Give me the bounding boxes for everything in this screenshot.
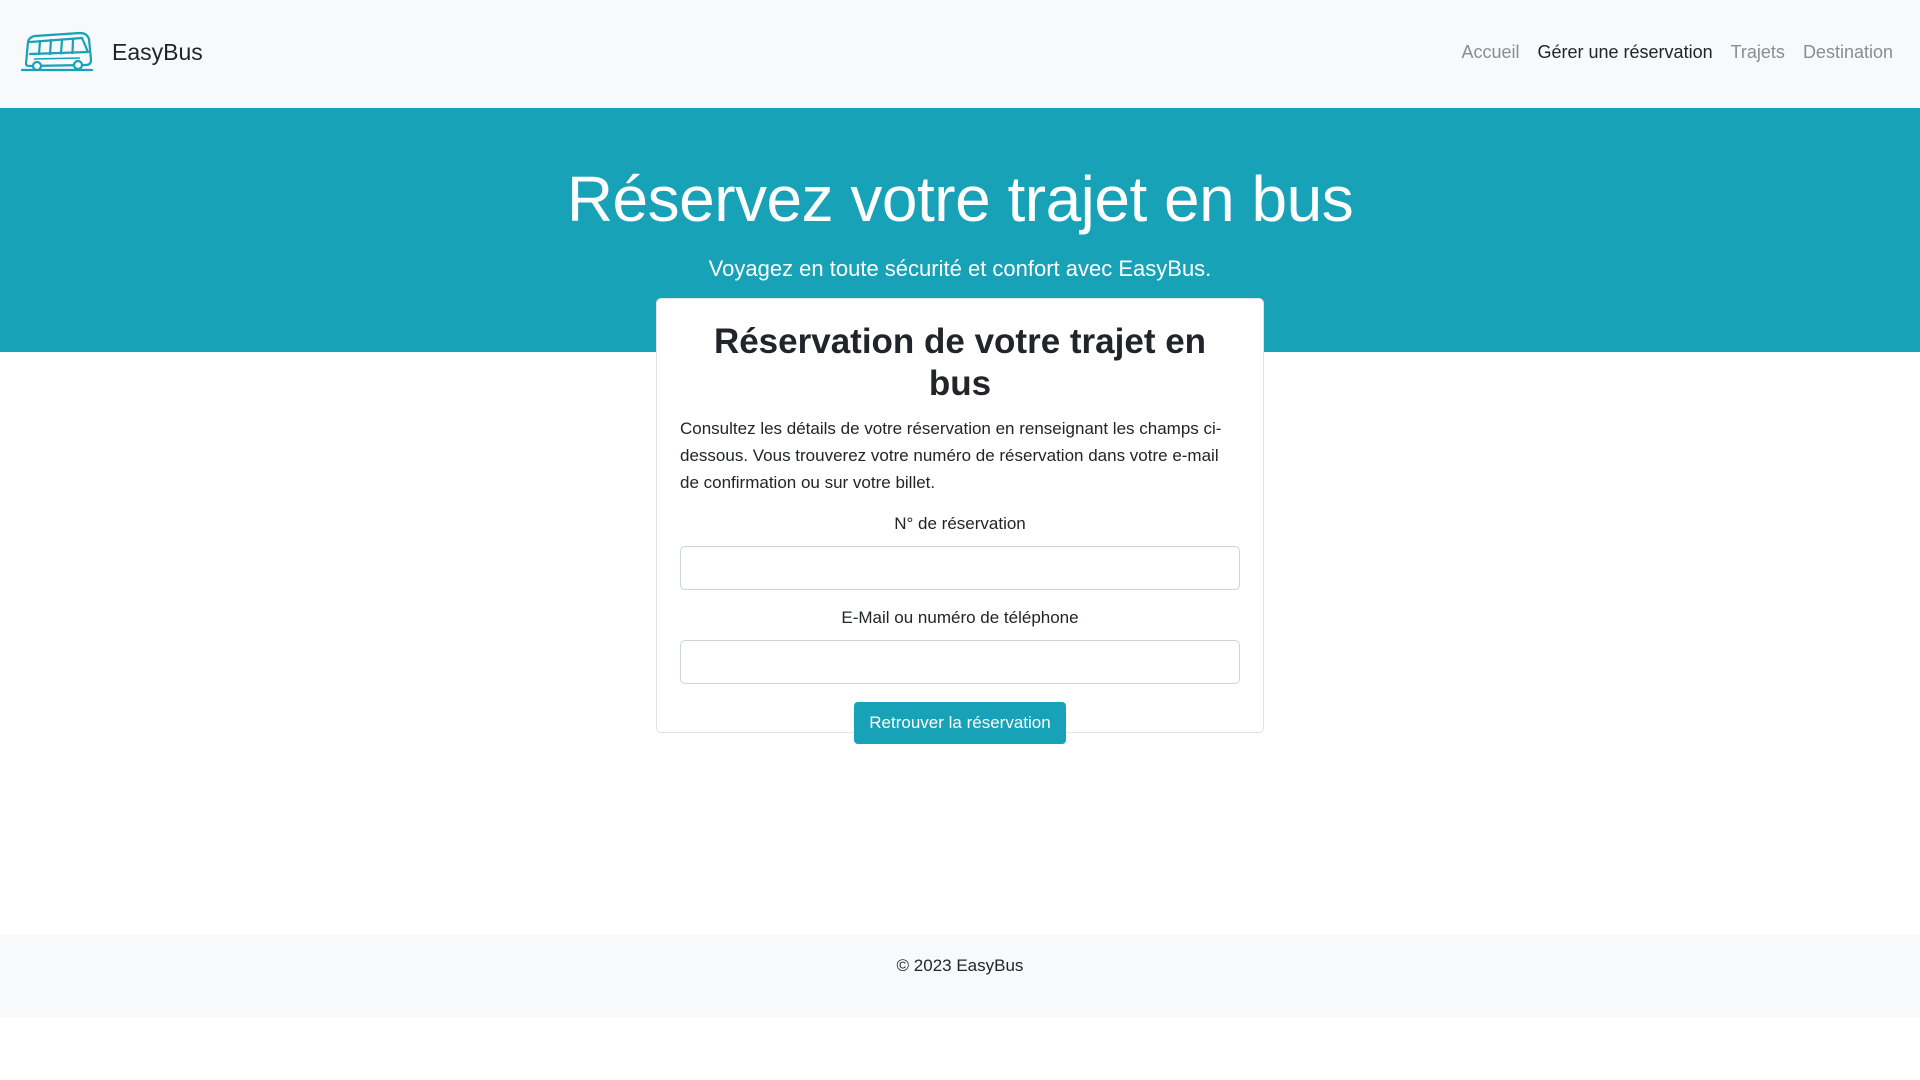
- navbar: EasyBus Accueil Gérer une réservation Tr…: [0, 0, 1920, 108]
- nav-menu: Accueil Gérer une réservation Trajets De…: [1461, 42, 1893, 63]
- brand-link[interactable]: EasyBus: [20, 30, 203, 74]
- reservation-number-label: N° de réservation: [894, 514, 1026, 533]
- reservation-lookup-card: Réservation de votre trajet en bus Consu…: [656, 298, 1264, 744]
- find-reservation-button[interactable]: Retrouver la réservation: [854, 702, 1066, 744]
- card-title: Réservation de votre trajet en bus: [713, 322, 1207, 403]
- contact-label: E-Mail ou numéro de téléphone: [841, 608, 1079, 627]
- reservation-number-input[interactable]: [680, 546, 1240, 590]
- card-description: Consultez les détails de votre réservati…: [680, 419, 1222, 492]
- contact-input[interactable]: [680, 640, 1240, 684]
- nav-link-accueil[interactable]: Accueil: [1461, 42, 1519, 63]
- footer: © 2023 EasyBus: [0, 935, 1920, 1017]
- nav-link-gerer-reservation[interactable]: Gérer une réservation: [1538, 42, 1713, 63]
- nav-link-trajets[interactable]: Trajets: [1731, 42, 1785, 63]
- nav-link-destination[interactable]: Destination: [1803, 42, 1893, 63]
- hero-subtitle: Voyagez en toute sécurité et confort ave…: [708, 256, 1212, 281]
- brand-name: EasyBus: [112, 38, 203, 65]
- bus-icon: [20, 31, 94, 72]
- footer-copyright: © 2023 EasyBus: [896, 956, 1024, 975]
- hero-title: Réservez votre trajet en bus: [566, 163, 1354, 235]
